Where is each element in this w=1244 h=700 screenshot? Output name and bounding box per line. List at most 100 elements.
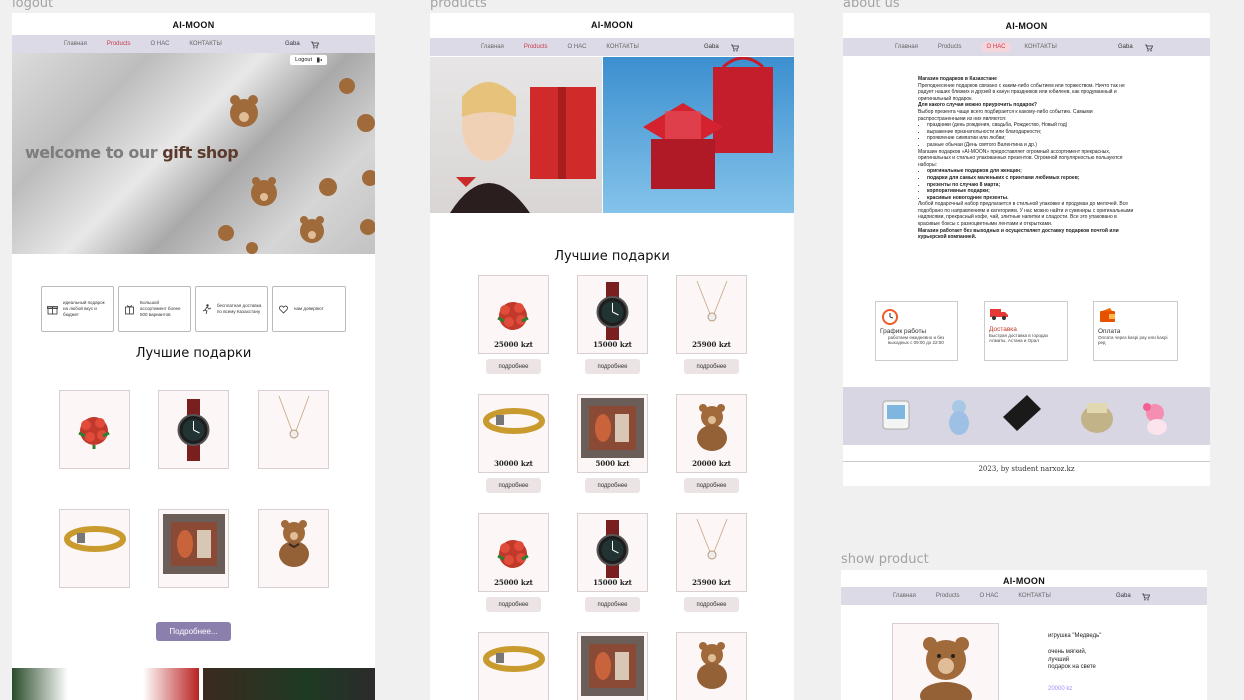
- details-button[interactable]: подробнее: [486, 597, 541, 612]
- nav-home[interactable]: Главная: [64, 41, 87, 47]
- cart-icon[interactable]: [311, 41, 319, 48]
- nav-about[interactable]: О НАС: [980, 593, 999, 599]
- product-card[interactable]: 25900 kzt: [676, 513, 747, 592]
- watch-image: [596, 520, 629, 578]
- list-item: подарки для самых маленьких с принтами л…: [927, 175, 1140, 182]
- product-card-bracelet[interactable]: [59, 509, 130, 588]
- nav-home[interactable]: Главная: [893, 593, 916, 599]
- nav-contacts[interactable]: КОНТАКТЫ: [606, 44, 638, 50]
- product-card[interactable]: 5000 kzt: [577, 394, 648, 473]
- gift-box-icon: [125, 304, 134, 314]
- woman-gift-image: [450, 82, 596, 213]
- occasions-list: праздники (день рождения, свадьба, Рожде…: [918, 122, 1140, 148]
- product-card[interactable]: [577, 632, 648, 700]
- user-name[interactable]: Gaba: [1116, 593, 1131, 599]
- product-card[interactable]: 25900 kzt: [676, 275, 747, 354]
- product-price: 30000 kzt: [494, 459, 533, 468]
- bracelet-image: [483, 646, 545, 672]
- details-button[interactable]: подробнее: [486, 359, 541, 374]
- product-card[interactable]: 20000 kzt: [676, 394, 747, 473]
- nav-about[interactable]: О НАС: [981, 42, 1011, 52]
- product-card[interactable]: 15000 kzt: [577, 513, 648, 592]
- details-button[interactable]: подробнее: [684, 597, 739, 612]
- cart-icon[interactable]: [731, 44, 739, 51]
- details-button[interactable]: подробнее: [684, 478, 739, 493]
- cart-icon[interactable]: [1145, 44, 1153, 51]
- nav-home[interactable]: Главная: [895, 44, 918, 50]
- roses-image: [497, 302, 529, 330]
- teddy-bear-image: [279, 520, 309, 567]
- user-name[interactable]: Gaba: [1118, 44, 1133, 50]
- gift-items-images: [882, 395, 1167, 435]
- details-button[interactable]: подробнее: [486, 478, 541, 493]
- list-item: корпоративные подарки;: [927, 188, 1140, 195]
- card-text: работаем ежедневно и без выходных с 09:0…: [888, 335, 945, 345]
- product-price: 25900 kzt: [692, 578, 731, 587]
- product-price: 20000 kzt: [692, 459, 731, 468]
- product-card-teddy[interactable]: [258, 509, 329, 588]
- brand-logo[interactable]: AI-MOON: [843, 21, 1210, 31]
- nav-products[interactable]: Products: [938, 44, 962, 50]
- gift-set-image: [163, 514, 225, 574]
- product-name: игрушка "Медведь": [1048, 633, 1102, 639]
- product-price: 25000 kzt: [494, 340, 533, 349]
- details-button[interactable]: подробнее: [585, 597, 640, 612]
- bracelet-image: [483, 408, 545, 434]
- more-button[interactable]: Подробнее...: [156, 622, 231, 641]
- product-price: 15000 kzt: [593, 340, 632, 349]
- info-card-payment: Оплата Оплата через kaspi pay или kaspi …: [1093, 301, 1178, 361]
- giftset-image: [581, 398, 644, 458]
- product-card[interactable]: 25000 kzt: [478, 275, 549, 354]
- nav-home[interactable]: Главная: [481, 44, 504, 50]
- product-price: 15000 kzt: [593, 578, 632, 587]
- handshake-heart-icon: [279, 305, 288, 314]
- product-card[interactable]: [478, 632, 549, 700]
- product-details: игрушка "Медведь" очень мягкий, лучший п…: [1048, 633, 1101, 694]
- about-question: Для какого случая можно приурочить подар…: [918, 102, 1037, 109]
- user-name[interactable]: Gaba: [704, 44, 719, 50]
- christmas-banner-right: [203, 668, 375, 700]
- details-button[interactable]: подробнее: [684, 359, 739, 374]
- nav-contacts[interactable]: КОНТАКТЫ: [1024, 44, 1056, 50]
- about-para-1: Преподнесение подарков связано с каким-л…: [918, 82, 1125, 102]
- details-button[interactable]: подробнее: [585, 359, 640, 374]
- alarm-clock-icon: [882, 309, 898, 325]
- product-card-giftbox[interactable]: [158, 509, 229, 588]
- hero-banner: Logout welcome to our gift shop: [12, 53, 375, 254]
- about-para-2: Выбор презента чаще всего подбирается к …: [918, 108, 1093, 122]
- logout-frame: AI-MOON Главная Products О НАС КОНТАКТЫ …: [12, 13, 375, 700]
- product-card[interactable]: 30000 kzt: [478, 394, 549, 473]
- necklace-image: [696, 518, 728, 560]
- nav-products[interactable]: Products: [107, 41, 131, 47]
- nav-products[interactable]: Products: [524, 44, 548, 50]
- nav-about[interactable]: О НАС: [151, 41, 170, 47]
- gift-icon: [47, 305, 58, 314]
- products-frame: AI-MOON Главная Products О НАС КОНТАКТЫ …: [430, 13, 794, 700]
- about-text: Магазин подарков в Казахстане Преподнесе…: [918, 76, 1140, 241]
- teddy-image: [697, 642, 727, 689]
- nav-bar: Главная Products О НАС КОНТАКТЫ Gaba: [430, 38, 794, 56]
- brand-logo[interactable]: AI-MOON: [12, 20, 375, 30]
- product-card-roses[interactable]: [59, 390, 130, 469]
- nav-contacts[interactable]: КОНТАКТЫ: [189, 41, 221, 47]
- brand-logo[interactable]: AI-MOON: [841, 576, 1207, 586]
- card-title: Доставка: [989, 326, 1017, 333]
- about-para-3: Магазин подарков «AI-MOON» предоставляет…: [918, 148, 1123, 168]
- frame-label-show-product: show product: [841, 552, 929, 567]
- feature-text: Большой ассортимент более 500 вариантов: [140, 300, 181, 317]
- delivery-truck-icon: [990, 309, 1008, 320]
- details-button[interactable]: подробнее: [585, 478, 640, 493]
- nav-contacts[interactable]: КОНТАКТЫ: [1018, 593, 1050, 599]
- product-price: 5000 kzt: [595, 459, 630, 468]
- nav-about[interactable]: О НАС: [568, 44, 587, 50]
- product-card-watch[interactable]: [158, 390, 229, 469]
- cart-icon[interactable]: [1142, 593, 1150, 600]
- user-name[interactable]: Gaba: [285, 41, 300, 47]
- nav-products[interactable]: Products: [936, 593, 960, 599]
- product-card[interactable]: [676, 632, 747, 700]
- product-card-necklace[interactable]: [258, 390, 329, 469]
- product-card[interactable]: 15000 kzt: [577, 275, 648, 354]
- product-desc-2: лучший: [1048, 656, 1070, 663]
- brand-logo[interactable]: AI-MOON: [430, 20, 794, 30]
- product-card[interactable]: 25000 kzt: [478, 513, 549, 592]
